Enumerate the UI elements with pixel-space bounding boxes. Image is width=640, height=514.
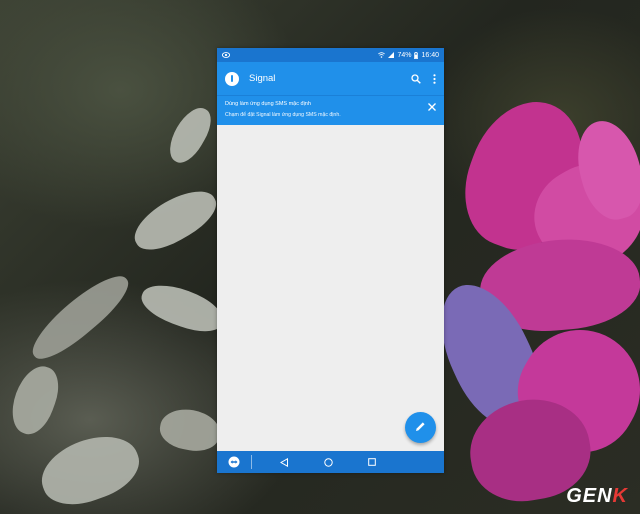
status-bar: 74% 16:40 <box>217 48 444 62</box>
banner-subtitle: Chạm để đặt Signal làm ứng dụng SMS mặc … <box>225 112 341 118</box>
more-options-icon[interactable] <box>433 73 436 84</box>
signal-strength-icon <box>388 52 395 58</box>
pencil-icon <box>415 419 426 437</box>
home-icon[interactable] <box>324 457 333 467</box>
default-sms-banner[interactable]: Dùng làm ứng dụng SMS mặc định Chạm để đ… <box>217 95 444 125</box>
compose-button[interactable] <box>405 412 436 443</box>
battery-level: 74% <box>397 51 412 59</box>
wifi-icon <box>378 52 386 58</box>
search-icon[interactable] <box>411 73 421 84</box>
clock: 16:40 <box>421 51 439 59</box>
banner-title: Dùng làm ứng dụng SMS mặc định <box>225 101 311 107</box>
phone-screen: 74% 16:40 Signal Dùng làm ứng dụng SMS m… <box>217 48 444 473</box>
app-title: Signal <box>249 73 276 84</box>
eye-icon <box>222 52 230 58</box>
app-bar: Signal <box>217 62 444 95</box>
genk-watermark: GENK <box>566 485 628 507</box>
conversation-list <box>217 125 444 451</box>
teamviewer-icon[interactable] <box>217 455 252 469</box>
close-icon[interactable] <box>428 103 436 111</box>
signal-logo-icon <box>225 71 239 86</box>
back-icon[interactable] <box>279 457 289 467</box>
navigation-bar <box>217 451 444 473</box>
recents-icon[interactable] <box>368 458 377 467</box>
battery-icon <box>414 51 419 59</box>
